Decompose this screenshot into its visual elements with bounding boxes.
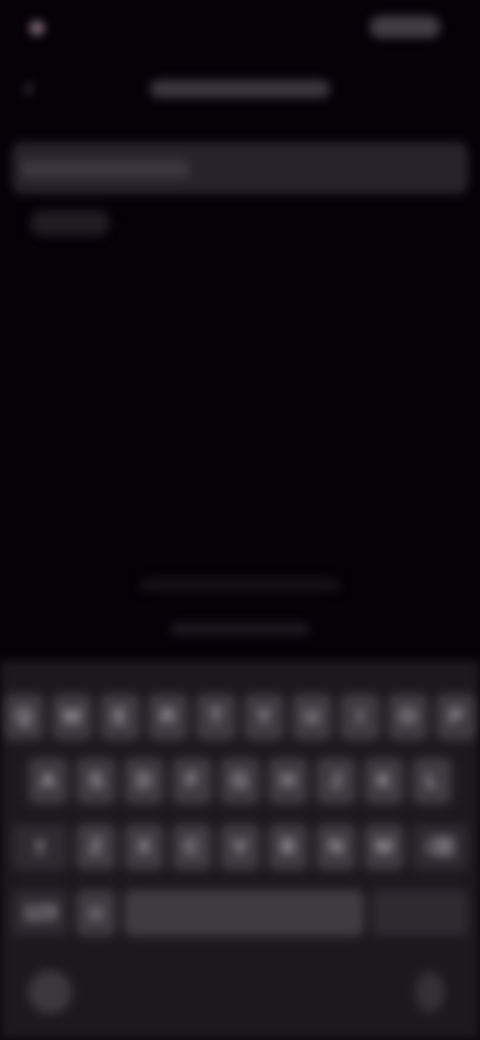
key-w[interactable]: W: [52, 694, 92, 740]
key-q[interactable]: Q: [4, 694, 44, 740]
key-u[interactable]: U: [292, 694, 332, 740]
keyboard-row-4: 123 ☺: [0, 890, 480, 936]
keyboard-row-1: Q W E R T Y U I O P: [0, 694, 480, 740]
status-icons: [370, 16, 440, 38]
status-left: [30, 14, 54, 42]
key-e[interactable]: E: [100, 694, 140, 740]
key-v[interactable]: V: [220, 824, 260, 870]
suggestion-line: [140, 578, 340, 592]
key-c[interactable]: C: [172, 824, 212, 870]
suggestion-line: [170, 622, 310, 636]
emoji-icon: ☺: [85, 901, 107, 924]
keyboard-bottom-row: [0, 960, 480, 1020]
key-g[interactable]: G: [220, 758, 260, 804]
page-title: [150, 80, 330, 98]
microphone-icon[interactable]: [416, 972, 444, 1012]
shift-key[interactable]: ⇧: [12, 824, 68, 870]
delete-key[interactable]: ⌫: [412, 824, 468, 870]
key-k[interactable]: K: [364, 758, 404, 804]
key-i[interactable]: I: [340, 694, 380, 740]
top-bar: ‹: [0, 60, 480, 116]
key-a[interactable]: A: [28, 758, 68, 804]
key-l[interactable]: L: [412, 758, 452, 804]
key-f[interactable]: F: [172, 758, 212, 804]
keyboard-row-3: ⇧ Z X C V B N M ⌫: [0, 824, 480, 870]
key-s[interactable]: S: [76, 758, 116, 804]
keyboard-row-2: A S D F G H J K L: [0, 758, 480, 804]
space-key[interactable]: [124, 890, 364, 936]
chevron-left-icon: ‹: [24, 71, 34, 102]
search-query-text: [20, 160, 190, 178]
return-key[interactable]: [372, 890, 468, 936]
emoji-key[interactable]: ☺: [76, 890, 116, 936]
key-m[interactable]: M: [364, 824, 404, 870]
key-j[interactable]: J: [316, 758, 356, 804]
suggestion-chip[interactable]: [30, 210, 110, 236]
key-o[interactable]: O: [388, 694, 428, 740]
recording-dot-icon: [30, 21, 44, 35]
key-x[interactable]: X: [124, 824, 164, 870]
key-d[interactable]: D: [124, 758, 164, 804]
key-t[interactable]: T: [196, 694, 236, 740]
key-p[interactable]: P: [436, 694, 476, 740]
key-r[interactable]: R: [148, 694, 188, 740]
key-h[interactable]: H: [268, 758, 308, 804]
key-y[interactable]: Y: [244, 694, 284, 740]
numbers-key[interactable]: 123: [12, 890, 68, 936]
shift-icon: ⇧: [31, 836, 49, 859]
status-bar: [0, 0, 480, 56]
key-n[interactable]: N: [316, 824, 356, 870]
key-b[interactable]: B: [268, 824, 308, 870]
key-z[interactable]: Z: [76, 824, 116, 870]
backspace-icon: ⌫: [425, 836, 455, 859]
globe-icon[interactable]: [28, 970, 72, 1014]
back-button[interactable]: ‹: [14, 72, 44, 102]
